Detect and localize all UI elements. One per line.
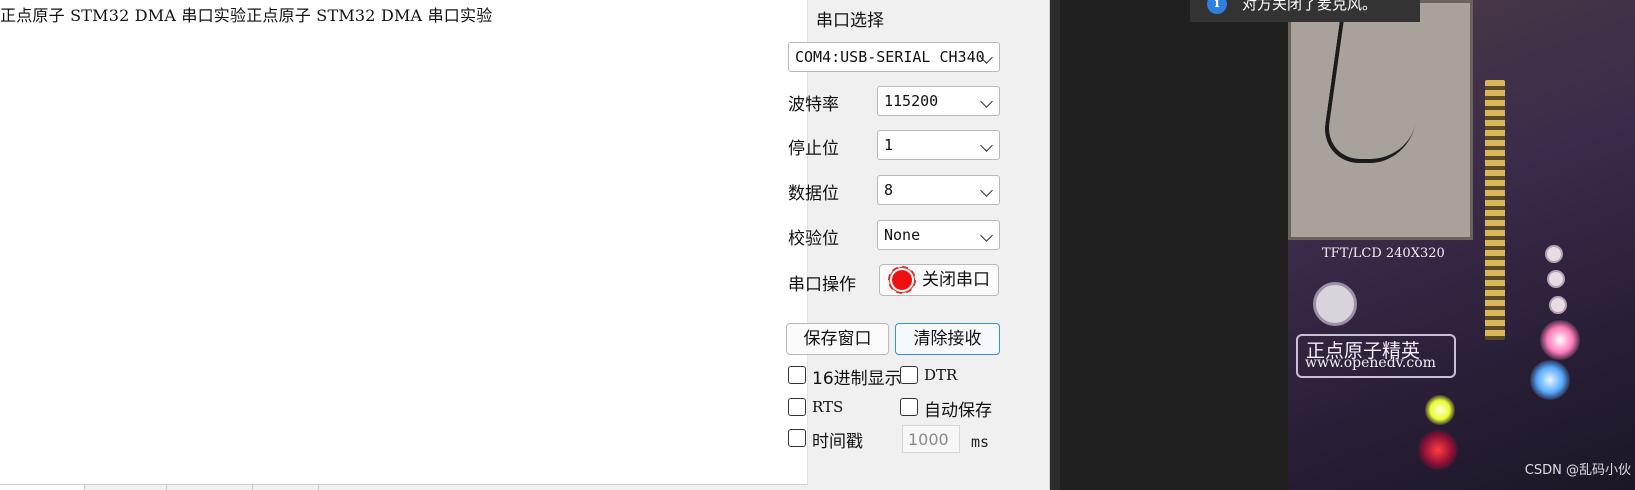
bottom-tab-strip: [0, 484, 808, 490]
stopbits-value: 1: [884, 136, 894, 154]
timestamp-checkbox[interactable]: [788, 429, 806, 447]
databits-value: 8: [884, 181, 894, 199]
watermark: CSDN @乱码小伙: [1524, 463, 1631, 478]
board-button: [1545, 245, 1563, 263]
tab-help[interactable]: [253, 485, 319, 490]
save-window-button[interactable]: 保存窗口: [786, 323, 889, 355]
dtr-checkbox[interactable]: [900, 366, 918, 384]
pin-header: [1485, 80, 1505, 340]
pcb-model-text: TFT/LCD 240X320: [1322, 246, 1445, 261]
receive-text: 正点原子 STM32 DMA 串口实验正点原子 STM32 DMA 串口实验: [0, 6, 493, 25]
rts-label: RTS: [812, 398, 844, 416]
video-letterbox: [1060, 0, 1288, 490]
chevron-down-icon: [980, 95, 993, 108]
operation-label: 串口操作: [788, 275, 856, 295]
parity-select[interactable]: None: [877, 220, 1000, 250]
tab-multi-send[interactable]: [85, 485, 167, 490]
led-glow: [1540, 320, 1580, 360]
led-glow: [1530, 360, 1570, 400]
chevron-down-icon: [980, 139, 993, 152]
port-select[interactable]: COM4:USB-SERIAL CH340: [788, 42, 1000, 72]
window-divider: [1050, 0, 1060, 490]
notification-text: 对方关闭了麦克风。: [1242, 0, 1378, 13]
auto-save-label: 自动保存: [924, 401, 992, 421]
stopbits-label: 停止位: [788, 139, 839, 159]
tab-protocol-send[interactable]: [167, 485, 253, 490]
parity-label: 校验位: [788, 229, 839, 249]
auto-save-checkbox[interactable]: [900, 398, 918, 416]
port-label: 串口选择: [816, 11, 884, 31]
databits-label: 数据位: [788, 184, 839, 204]
chevron-down-icon: [980, 229, 993, 242]
serial-settings-panel: 串口选择 COM4:USB-SERIAL CH340 波特率 115200 停止…: [786, 0, 1050, 490]
dtr-label: DTR: [924, 366, 958, 384]
info-icon: i: [1207, 0, 1227, 14]
chevron-down-icon: [980, 184, 993, 197]
notification-toast: i 对方关闭了麦克风。: [1190, 0, 1420, 22]
video-feed: TFT/LCD 240X320 正点原子精英 www.openedv.com C…: [1060, 0, 1635, 490]
led-glow: [1425, 395, 1455, 425]
receive-textarea[interactable]: 正点原子 STM32 DMA 串口实验正点原子 STM32 DMA 串口实验: [0, 0, 808, 484]
timestamp-interval-input[interactable]: 1000: [902, 425, 960, 453]
baud-value: 115200: [884, 92, 939, 110]
hex-display-checkbox[interactable]: [788, 366, 806, 384]
stopbits-select[interactable]: 1: [877, 130, 1000, 160]
clear-receive-button[interactable]: 清除接收: [895, 323, 1000, 355]
brand-url: www.openedv.com: [1305, 355, 1436, 371]
databits-select[interactable]: 8: [877, 175, 1000, 205]
tab-single-send[interactable]: [0, 485, 85, 490]
lcd-screen: [1288, 0, 1473, 240]
baud-select[interactable]: 115200: [877, 86, 1000, 116]
cable-shadow: [1319, 3, 1433, 163]
rts-checkbox[interactable]: [788, 398, 806, 416]
timestamp-label: 时间戳: [812, 432, 863, 452]
board-button: [1549, 296, 1567, 314]
hex-display-label: 16进制显示: [812, 369, 902, 389]
timestamp-unit: ms: [971, 433, 990, 451]
led-glow: [1418, 430, 1458, 470]
baud-label: 波特率: [788, 95, 839, 115]
close-port-button[interactable]: 关闭串口: [879, 264, 999, 296]
status-led-icon: [892, 270, 912, 290]
board-button: [1547, 270, 1565, 288]
parity-value: None: [884, 226, 921, 244]
close-port-label: 关闭串口: [922, 270, 990, 290]
coin-battery: [1313, 282, 1357, 326]
port-value: COM4:USB-SERIAL CH340: [795, 48, 985, 66]
